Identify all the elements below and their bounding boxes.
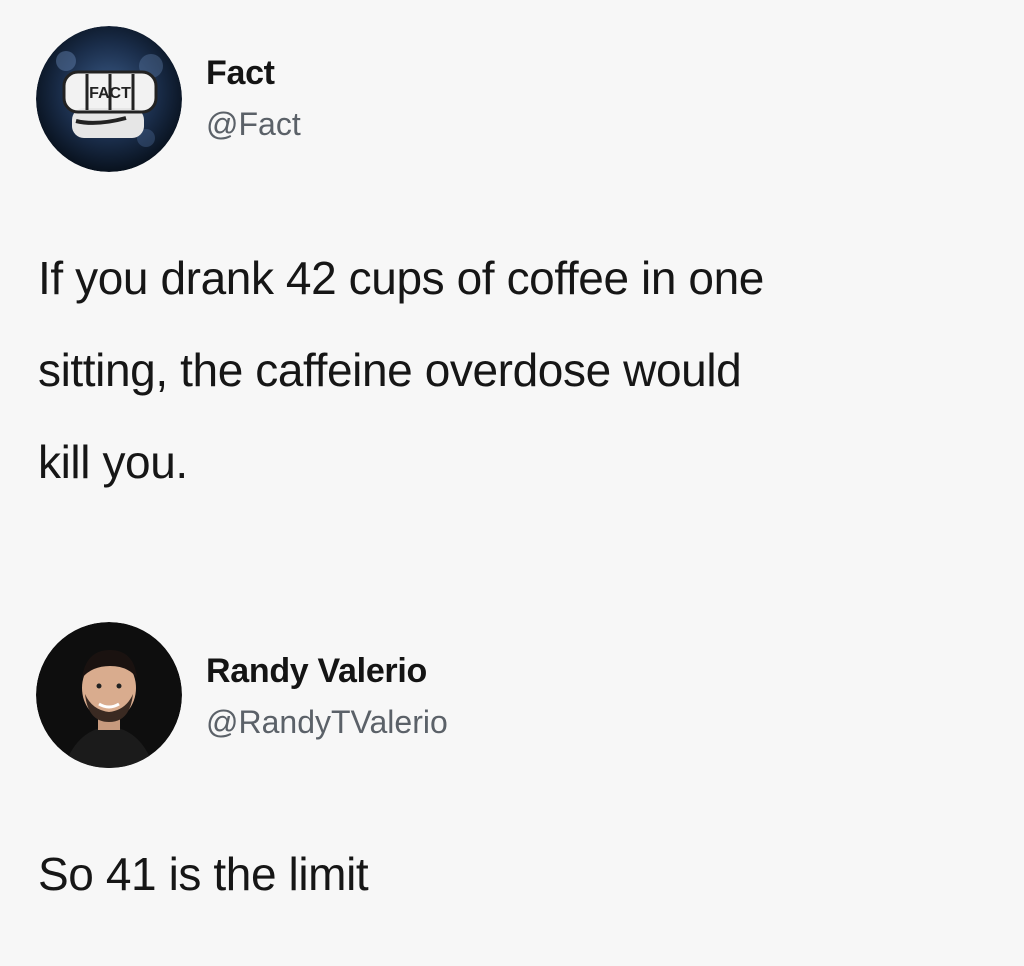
tweet-screenshot: FACT Fact @Fact If you drank 42 cups of … <box>0 0 1024 966</box>
tweet-fact: FACT Fact @Fact If you drank 42 cups of … <box>0 0 1024 540</box>
tweet-body-line: sitting, the caffeine overdose would <box>38 344 742 396</box>
tweet-body-line: If you drank 42 cups of coffee in one <box>38 252 764 304</box>
tweet-body-line: So 41 is the limit <box>38 848 369 900</box>
tweet-reply: Randy Valerio @RandyTValerio So 41 is th… <box>0 600 1024 966</box>
author-handle[interactable]: @Fact <box>206 106 301 143</box>
author-display-name[interactable]: Randy Valerio <box>206 652 427 691</box>
fact-avatar-label: FACT <box>89 85 131 102</box>
user-avatar[interactable] <box>36 622 182 768</box>
tweet-body: If you drank 42 cups of coffee in one si… <box>38 232 1018 508</box>
fact-fist-logo-icon: FACT <box>36 26 182 172</box>
tweet-body: So 41 is the limit <box>38 828 978 920</box>
author-display-name[interactable]: Fact <box>206 54 275 93</box>
user-photo-avatar-icon <box>36 622 182 768</box>
author-handle[interactable]: @RandyTValerio <box>206 704 448 741</box>
fact-avatar[interactable]: FACT <box>36 26 182 172</box>
tweet-body-line: kill you. <box>38 436 188 488</box>
